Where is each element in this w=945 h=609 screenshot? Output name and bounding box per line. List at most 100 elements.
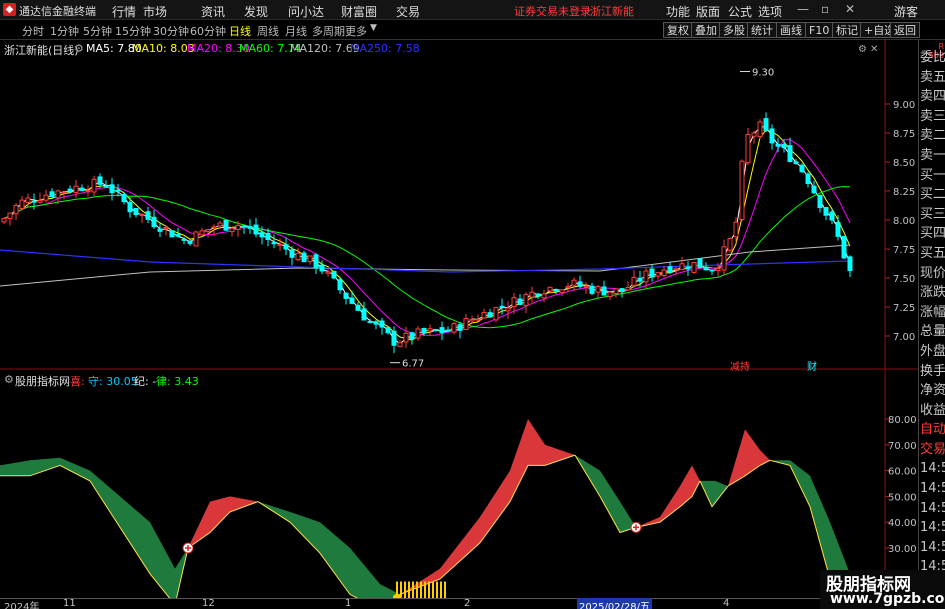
candle-body[interactable] — [223, 219, 229, 231]
candle-body[interactable] — [379, 320, 385, 328]
candle-body[interactable] — [211, 226, 217, 229]
candle-body[interactable] — [181, 238, 187, 241]
menu-youke[interactable]: 游客 — [894, 3, 918, 20]
candle-body[interactable] — [439, 327, 445, 334]
side-panel-item[interactable]: 交易 — [919, 440, 945, 460]
candle-body[interactable] — [73, 185, 79, 193]
candle-body[interactable] — [787, 145, 793, 162]
side-panel-item[interactable]: 自动 — [919, 420, 945, 440]
candle-body[interactable] — [541, 293, 547, 299]
side-panel-item[interactable]: 买四 — [919, 224, 945, 244]
candle-body[interactable] — [469, 319, 475, 322]
candle-body[interactable] — [289, 249, 295, 258]
candle-body[interactable] — [91, 178, 97, 193]
fuquan-button[interactable]: 复权 — [663, 22, 693, 38]
candle-body[interactable] — [277, 243, 283, 246]
side-panel-item[interactable]: 14:56 — [919, 459, 945, 479]
f10-button[interactable]: F10 — [805, 22, 834, 38]
candle-body[interactable] — [631, 276, 637, 286]
candle-body[interactable] — [241, 225, 247, 228]
candle-body[interactable] — [451, 323, 457, 333]
candle-body[interactable] — [523, 294, 529, 306]
candle-body[interactable] — [115, 189, 121, 192]
side-panel-item[interactable]: 14:56 — [919, 518, 945, 538]
candle-body[interactable] — [199, 230, 205, 236]
side-panel-item[interactable]: 涨幅 — [919, 303, 945, 323]
side-panel-item[interactable]: 卖三 — [919, 107, 945, 127]
candle-body[interactable] — [613, 288, 619, 294]
candle-body[interactable] — [805, 173, 811, 184]
candle-body[interactable] — [619, 288, 625, 292]
menu-zixun[interactable]: 资讯 — [201, 3, 225, 20]
candle-body[interactable] — [589, 285, 595, 294]
candle-body[interactable] — [1, 217, 7, 223]
biaoji-button[interactable]: 标记 — [832, 22, 862, 38]
candle-body[interactable] — [13, 205, 19, 215]
candle-body[interactable] — [193, 231, 199, 247]
candle-body[interactable] — [415, 328, 421, 339]
side-panel-item[interactable]: 14:56 — [919, 499, 945, 519]
candle-body[interactable] — [157, 228, 163, 232]
candle-body[interactable] — [691, 261, 697, 273]
side-panel-item[interactable]: 买三 — [919, 205, 945, 225]
candle-body[interactable] — [229, 228, 235, 233]
candle-body[interactable] — [235, 224, 241, 231]
candle-body[interactable] — [67, 188, 73, 193]
period-multi[interactable]: 多周期 — [312, 23, 345, 39]
candle-body[interactable] — [685, 266, 691, 270]
menu-shichang[interactable]: 市场 — [143, 3, 167, 20]
candle-body[interactable] — [247, 226, 253, 229]
candle-body[interactable] — [727, 238, 733, 251]
candle-body[interactable] — [265, 233, 271, 241]
side-panel-item[interactable]: 涨跌 — [919, 283, 945, 303]
candle-body[interactable] — [751, 132, 757, 137]
candle-body[interactable] — [325, 271, 331, 274]
period-1min[interactable]: 1分钟 — [50, 23, 79, 39]
period-fenshi[interactable]: 分时 — [22, 23, 44, 39]
period-daily[interactable]: 日线 — [229, 23, 251, 39]
candle-body[interactable] — [307, 255, 313, 263]
candle-body[interactable] — [601, 286, 607, 296]
candle-body[interactable] — [625, 287, 631, 291]
candle-body[interactable] — [775, 143, 781, 147]
candle-body[interactable] — [187, 240, 193, 244]
period-30min[interactable]: 30分钟 — [153, 23, 189, 39]
candle-body[interactable] — [421, 328, 427, 334]
chart-close-icon[interactable]: ✕ — [870, 44, 878, 55]
side-panel-item[interactable]: 换手 — [919, 362, 945, 382]
candle-body[interactable] — [763, 118, 769, 131]
candle-body[interactable] — [373, 321, 379, 325]
side-panel-item[interactable]: 买五 — [919, 244, 945, 264]
candle-body[interactable] — [403, 332, 409, 343]
candle-body[interactable] — [475, 318, 481, 321]
menu-wenxiaoda[interactable]: 问小达 — [288, 3, 324, 20]
candle-body[interactable] — [481, 312, 487, 319]
candle-body[interactable] — [175, 234, 181, 237]
candle-body[interactable] — [781, 143, 787, 149]
candle-body[interactable] — [97, 176, 103, 185]
candle-body[interactable] — [433, 329, 439, 332]
candle-body[interactable] — [739, 160, 745, 221]
candle-body[interactable] — [259, 232, 265, 238]
candle-body[interactable] — [49, 191, 55, 198]
candle-body[interactable] — [367, 321, 373, 324]
candle-body[interactable] — [529, 291, 535, 298]
candle-body[interactable] — [745, 133, 751, 164]
side-panel-item[interactable]: 外盘 — [919, 342, 945, 362]
candle-body[interactable] — [571, 279, 577, 286]
candle-body[interactable] — [553, 289, 559, 292]
candle-body[interactable] — [217, 222, 223, 227]
huaxian-button[interactable]: 画线 — [776, 22, 806, 38]
candle-body[interactable] — [337, 279, 343, 291]
settings-gear-icon[interactable]: ⚙ — [74, 42, 84, 55]
diejia-button[interactable]: 叠加 — [691, 22, 721, 38]
menu-caifuquan[interactable]: 财富圈 — [341, 3, 377, 20]
candle-body[interactable] — [655, 272, 661, 277]
indicator-canvas[interactable]: 80.0070.0060.0050.0040.0030.0020.0010.00 — [0, 370, 945, 598]
candle-body[interactable] — [841, 235, 847, 259]
period-5min[interactable]: 5分钟 — [83, 23, 112, 39]
more-dropdown-icon[interactable]: ▼ — [370, 23, 377, 33]
side-panel-item[interactable]: 收益 — [919, 401, 945, 421]
candle-body[interactable] — [835, 221, 841, 237]
candle-body[interactable] — [673, 268, 679, 271]
